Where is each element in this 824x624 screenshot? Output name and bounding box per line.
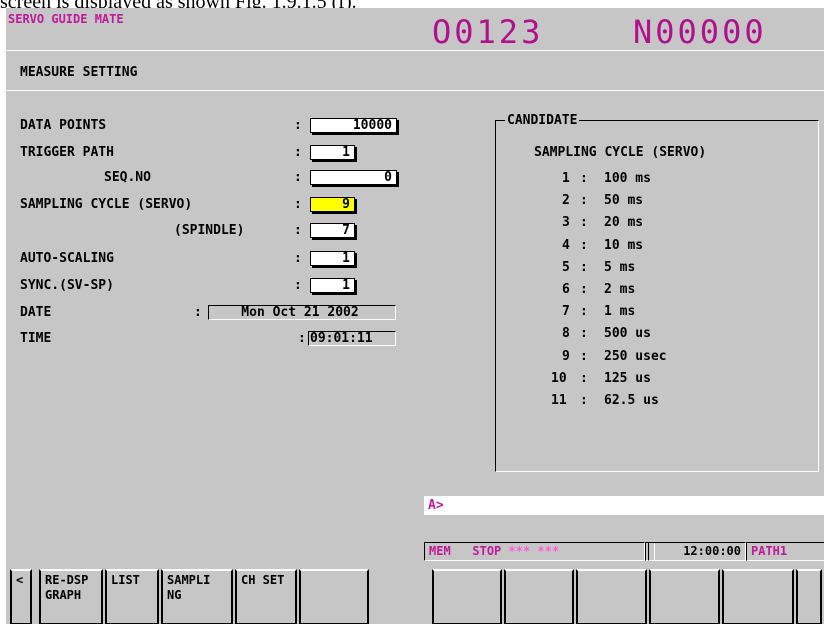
label-sampling-cycle-servo: SAMPLING CYCLE (SERVO) xyxy=(20,197,193,212)
softkey-3[interactable]: SAMPLI NG xyxy=(161,569,233,624)
candidate-item-sep: : xyxy=(580,237,588,253)
candidate-subtitle: SAMPLING CYCLE (SERVO) xyxy=(534,145,707,160)
softkey-label: CH SET xyxy=(241,573,285,587)
softkey-1[interactable]: RE-DSP GRAPH xyxy=(39,569,103,624)
candidate-item-value: 500 us xyxy=(604,326,651,342)
softkey-back[interactable]: < xyxy=(10,569,32,624)
candidate-item-no: 5 xyxy=(562,259,570,275)
sep: : xyxy=(294,197,302,212)
candidate-item-value: 50 ms xyxy=(604,193,644,209)
candidate-item-value: 125 us xyxy=(604,370,651,386)
candidate-item-sep: : xyxy=(580,259,588,275)
sep: : xyxy=(194,305,202,320)
date-field: Mon Oct 21 2002 xyxy=(208,305,396,320)
candidate-item-sep: : xyxy=(580,304,588,320)
candidate-item-no: 11 xyxy=(551,393,567,408)
candidate-item-no: 1 xyxy=(562,171,570,186)
status-alarm: *** *** xyxy=(508,544,560,558)
candidate-item-no: 10 xyxy=(551,370,567,386)
candidate-item-no: 8 xyxy=(562,326,570,342)
candidate-panel xyxy=(495,120,819,472)
status-bar: MEM STOP *** *** 12:00:00 PATH1 xyxy=(424,542,824,561)
softkey-label: RE-DSP GRAPH xyxy=(45,573,89,602)
header-divider xyxy=(6,50,824,51)
candidate-item-sep: : xyxy=(580,215,588,231)
time-field: 09:01:11 xyxy=(308,331,396,346)
candidate-item-no: 4 xyxy=(562,237,570,253)
candidate-item-no: 7 xyxy=(562,304,570,320)
label-seq-no: SEQ.NO xyxy=(104,170,151,185)
data-points-field[interactable]: 10000 xyxy=(310,118,397,133)
softkey-6[interactable] xyxy=(432,569,502,624)
sep: : xyxy=(294,251,302,266)
softkey-label: SAMPLI NG xyxy=(167,573,211,602)
softkey-2[interactable]: LIST xyxy=(105,569,159,624)
status-state: STOP xyxy=(472,544,502,558)
label-data-points: DATA POINTS xyxy=(20,118,107,133)
candidate-item-sep: : xyxy=(580,370,588,386)
sep: : xyxy=(294,278,302,293)
label-time: TIME xyxy=(20,331,52,346)
candidate-item-no: 9 xyxy=(562,348,570,364)
sep: : xyxy=(298,331,306,346)
candidate-item-sep: : xyxy=(580,282,588,297)
candidate-item-sep: : xyxy=(580,348,588,364)
softkey-back-label: < xyxy=(16,573,24,587)
command-line[interactable]: A> xyxy=(424,496,824,515)
program-number: O0123 xyxy=(432,13,544,51)
candidate-title: CANDIDATE xyxy=(505,113,580,129)
label-trigger-path: TRIGGER PATH xyxy=(20,145,114,160)
label-sampling-cycle-spindle: (SPINDLE) xyxy=(174,223,245,238)
candidate-item-value: 62.5 us xyxy=(604,393,659,408)
sampling-cycle-spindle-field[interactable]: 7 xyxy=(310,223,355,238)
candidate-item-value: 5 ms xyxy=(604,259,636,275)
sep: : xyxy=(294,223,302,238)
status-path: PATH1 xyxy=(746,542,824,561)
candidate-item-sep: : xyxy=(580,326,588,342)
candidate-item-value: 1 ms xyxy=(604,304,636,320)
auto-scaling-field[interactable]: 1 xyxy=(310,251,355,266)
status-clock: 12:00:00 xyxy=(648,542,746,561)
candidate-item-sep: : xyxy=(580,193,588,209)
softkey-4[interactable]: CH SET xyxy=(235,569,297,624)
title-divider xyxy=(6,90,824,91)
candidate-title-text: CANDIDATE xyxy=(505,113,580,128)
candidate-item-no: 2 xyxy=(562,193,570,209)
candidate-item-sep: : xyxy=(580,171,588,186)
softkey-9[interactable] xyxy=(649,569,720,624)
candidate-item-no: 3 xyxy=(562,215,570,231)
label-date: DATE xyxy=(20,305,52,320)
candidate-item-value: 100 ms xyxy=(604,171,651,186)
softkey-7[interactable] xyxy=(504,569,574,624)
seq-no-field[interactable]: 0 xyxy=(310,170,397,185)
sep: : xyxy=(294,145,302,160)
candidate-item-value: 10 ms xyxy=(604,237,644,253)
command-prompt: A> xyxy=(428,498,444,513)
candidate-item-value: 250 usec xyxy=(604,348,667,364)
label-sync-sv-sp: SYNC.(SV-SP) xyxy=(20,278,114,293)
page-title: MEASURE SETTING xyxy=(20,65,138,80)
softkey-label: LIST xyxy=(111,573,140,587)
sampling-cycle-servo-field[interactable]: 9 xyxy=(310,197,355,212)
softkey-8[interactable] xyxy=(576,569,647,624)
softkey-11[interactable] xyxy=(796,569,822,624)
sequence-number: N00000 xyxy=(633,13,767,51)
candidate-item-value: 20 ms xyxy=(604,215,644,231)
trigger-path-field[interactable]: 1 xyxy=(310,145,355,160)
softkey-5[interactable] xyxy=(299,569,369,624)
status-mode-cell: MEM STOP *** *** xyxy=(424,542,645,561)
candidate-item-sep: : xyxy=(580,393,588,408)
sync-sv-sp-field[interactable]: 1 xyxy=(310,278,355,293)
label-auto-scaling: AUTO-SCALING xyxy=(20,251,114,266)
sep: : xyxy=(294,170,302,185)
status-mode: MEM xyxy=(429,544,451,558)
candidate-item-no: 6 xyxy=(562,282,570,297)
sep: : xyxy=(294,118,302,133)
cnc-screen: SERVO GUIDE MATE O0123 N00000 MEASURE SE… xyxy=(6,8,824,624)
app-name: SERVO GUIDE MATE xyxy=(8,12,124,26)
candidate-item-value: 2 ms xyxy=(604,282,636,297)
softkey-10[interactable] xyxy=(722,569,794,624)
